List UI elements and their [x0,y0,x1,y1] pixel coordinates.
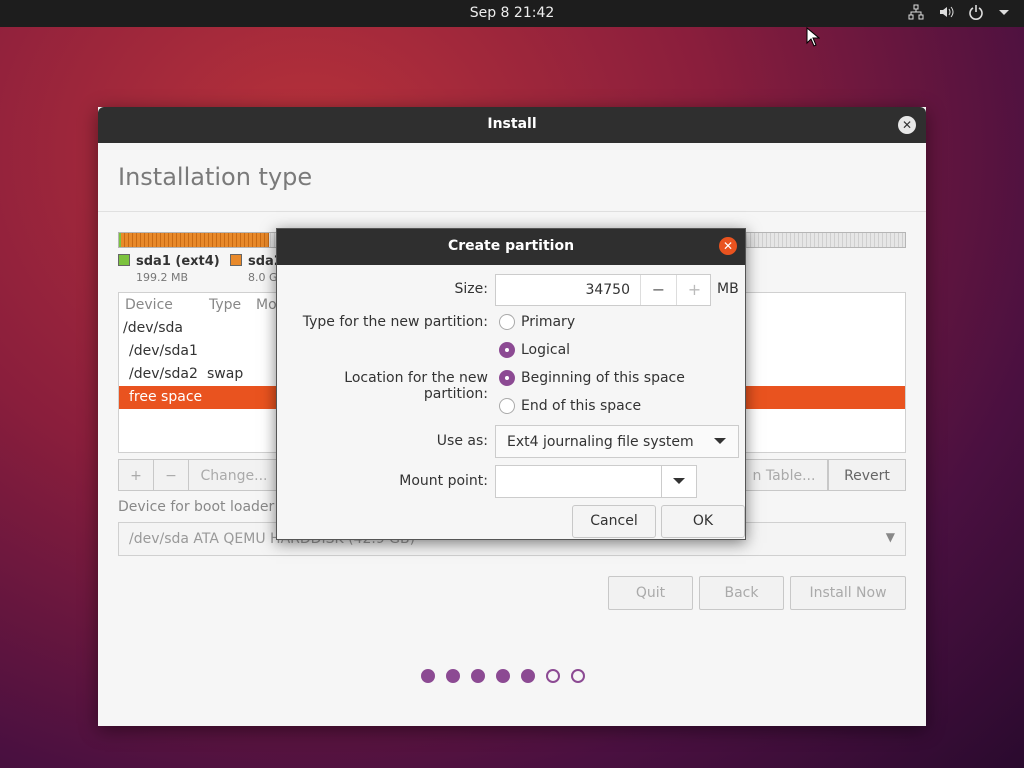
size-unit: MB [717,281,739,297]
back-button[interactable]: Back [699,576,784,610]
chevron-down-icon [673,478,685,484]
radio-beginning[interactable]: Beginning of this space [499,370,685,386]
revert-button[interactable]: Revert [828,459,906,491]
top-bar: Sep 8 21:42 [0,0,1024,27]
increment-button[interactable]: + [676,275,712,305]
create-partition-dialog: Create partition ✕ Size: 34750 − + MB Ty… [276,228,746,540]
radio-label: Primary [521,314,576,330]
mount-dropdown-button[interactable] [661,466,696,497]
clock[interactable]: Sep 8 21:42 [0,5,1024,21]
mouse-cursor-icon [806,26,821,51]
progress-dot [471,669,485,683]
dialog-titlebar[interactable]: Create partition ✕ [277,229,745,265]
cancel-button[interactable]: Cancel [572,505,656,538]
add-partition-button[interactable]: + [118,459,154,491]
close-icon[interactable]: ✕ [898,116,916,134]
volume-icon[interactable] [938,4,954,20]
window-title: Install [487,116,537,132]
radio-logical[interactable]: Logical [499,342,570,358]
mount-label: Mount point: [399,473,488,489]
cell-device: /dev/sda [123,320,183,336]
mount-point-combo[interactable] [495,465,697,498]
menu-arrow-icon[interactable] [998,6,1010,18]
size-stepper[interactable]: 34750 − + [495,274,711,306]
change-partition-button[interactable]: Change... [188,459,280,491]
progress-dot [421,669,435,683]
location-label: Location for the new partition: [344,370,488,402]
legend-swatch [118,254,130,266]
cell-type: swap [207,366,244,382]
system-tray[interactable] [908,4,1010,20]
column-header-mount[interactable]: Mo [256,297,277,313]
column-header-type[interactable]: Type [209,297,241,313]
legend-size: 199.2 MB [136,271,189,284]
progress-dots [421,669,585,683]
install-now-button[interactable]: Install Now [790,576,906,610]
progress-dot [521,669,535,683]
radio-label: Beginning of this space [521,370,685,386]
close-icon[interactable]: ✕ [719,237,737,255]
radio-primary[interactable]: Primary [499,314,575,330]
cell-device: free space [129,389,203,405]
useas-label: Use as: [436,433,488,449]
progress-dot [546,669,560,683]
divider [98,211,926,212]
chevron-down-icon [714,438,726,444]
progress-dot [496,669,510,683]
radio-button[interactable] [499,398,515,414]
progress-dot [571,669,585,683]
radio-button-selected[interactable] [499,342,515,358]
radio-button-selected[interactable] [499,370,515,386]
progress-dot [446,669,460,683]
size-input[interactable]: 34750 [585,282,630,298]
column-header-device[interactable]: Device [125,297,173,313]
chevron-down-icon: ▼ [885,530,895,544]
page-title: Installation type [118,163,313,191]
cell-device: /dev/sda2 [129,366,198,382]
size-label: Size: [454,281,488,297]
bootloader-label: Device for boot loader i [118,499,283,515]
legend-swatch [230,254,242,266]
radio-label: Logical [521,342,571,358]
quit-button[interactable]: Quit [608,576,693,610]
window-titlebar[interactable]: Install ✕ [98,107,926,143]
legend-size: 8.0 G [248,271,278,284]
radio-end[interactable]: End of this space [499,398,641,414]
disk-segment-sda2 [121,233,269,247]
radio-label: End of this space [521,398,642,414]
remove-partition-button[interactable]: − [153,459,189,491]
ok-button[interactable]: OK [661,505,745,538]
type-label: Type for the new partition: [302,314,488,330]
new-partition-table-button[interactable]: n Table... [740,459,828,491]
decrement-button[interactable]: − [640,275,676,305]
filesystem-value: Ext4 journaling file system [507,434,694,450]
legend-item-sda2: sda2 8.0 G [230,254,283,284]
cell-device: /dev/sda1 [129,343,198,359]
legend-item-sda1: sda1 (ext4) 199.2 MB [118,254,220,284]
dialog-title: Create partition [447,238,575,254]
legend-label: sda1 (ext4) [136,254,220,269]
radio-button[interactable] [499,314,515,330]
network-icon[interactable] [908,4,924,20]
filesystem-select[interactable]: Ext4 journaling file system [495,425,739,458]
power-icon[interactable] [968,4,984,20]
